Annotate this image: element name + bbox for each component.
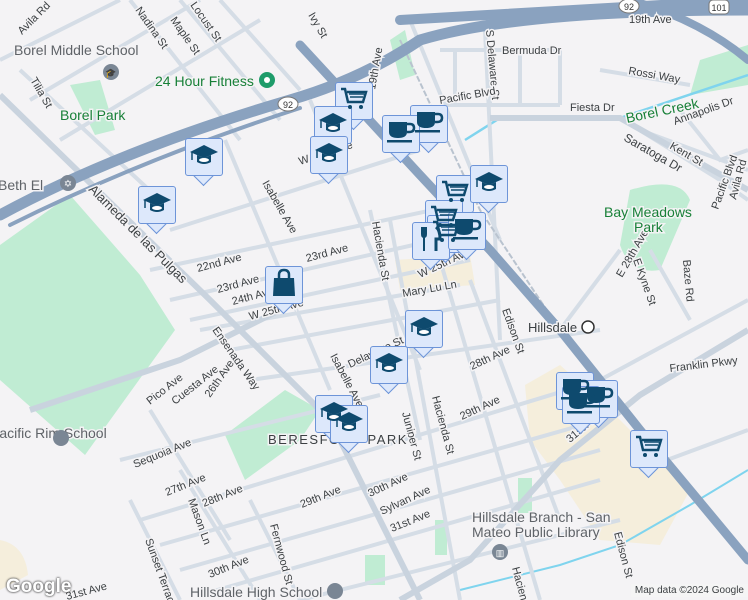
coffee-icon [566,390,596,421]
marker-box [370,346,408,384]
poi-library[interactable]: Hillsdale Branch - SanMateo Public Libra… [471,508,612,560]
marker-box [630,430,668,468]
grocery-marker[interactable] [630,430,668,479]
svg-text:Borel Middle School: Borel Middle School [14,42,139,58]
school-marker[interactable] [330,405,368,454]
svg-text:Rossi Way: Rossi Way [627,65,681,86]
highway-92-shield: 92 [618,0,640,14]
svg-text:Hillsdale: Hillsdale [528,320,577,335]
highway-92-shield: 92 [277,96,299,112]
school-icon [374,351,404,380]
svg-text:24 Hour Fitness: 24 Hour Fitness [155,73,254,89]
poi-beth-el[interactable]: Beth El ✡ [0,175,76,195]
school-marker[interactable] [138,186,176,235]
train-icon [581,320,595,334]
coffee-marker[interactable] [382,115,420,164]
coffee-icon [386,119,416,150]
svg-text:19th Ave: 19th Ave [629,14,672,26]
restaurant-icon [419,225,443,258]
school-icon [314,141,344,170]
school-icon: 🎓 [105,68,116,78]
poi-hillsdale-high-school[interactable]: Hillsdale High School [189,583,343,600]
school-marker[interactable] [370,346,408,395]
school-icon [189,143,219,172]
svg-text:Bermuda Dr: Bermuda Dr [502,45,562,57]
map-canvas[interactable]: 92 92 101 Avila Rd Nadina St Maple St Lo… [0,0,748,600]
borel-park-label: Borel Park [60,107,126,123]
coffee-marker[interactable] [448,212,486,261]
coffee-marker[interactable] [562,386,600,435]
school-marker[interactable] [310,136,348,185]
school-marker[interactable] [185,138,223,187]
shopping-marker[interactable] [265,266,303,315]
svg-text:Avila Rd: Avila Rd [16,0,53,37]
school-icon [474,170,504,199]
svg-text:Baze Rd: Baze Rd [680,259,696,302]
svg-text:Beth El: Beth El [0,177,43,193]
school-icon [142,191,172,220]
svg-text:92: 92 [283,100,293,110]
marker-box [330,405,368,443]
google-logo: Google [6,576,72,597]
svg-text:Fiesta Dr: Fiesta Dr [570,102,615,114]
bay-meadows-park-label: Bay Meadows [604,204,692,220]
marker-box [138,186,176,224]
bay-meadows-park-label: Park [634,219,664,235]
school-marker[interactable] [405,310,443,359]
marker-box [265,266,303,304]
map-attribution[interactable]: Map data ©2024 Google [630,584,748,597]
svg-text:Hillsdale High School: Hillsdale High School [190,584,322,600]
svg-text:Ivy St: Ivy St [305,11,329,41]
svg-text:28th Ave: 28th Ave [201,483,245,510]
svg-text:Hillsdale Branch - San: Hillsdale Branch - San [472,509,611,525]
svg-text:Isabelle Ave: Isabelle Ave [259,179,299,236]
svg-text:Mateo Public Library: Mateo Public Library [472,524,600,540]
grocery-icon [635,434,663,465]
marker-box [310,136,348,174]
book-icon: ▥ [496,548,505,558]
marker-box [405,310,443,348]
marker-box [562,386,600,424]
marker-box [185,138,223,176]
svg-text:Tilia St: Tilia St [27,76,54,111]
school-icon [334,410,364,439]
school-icon [409,315,439,344]
school-marker[interactable] [470,165,508,214]
svg-text:29th Ave: 29th Ave [299,484,343,511]
poi-24-hour-fitness[interactable]: 24 Hour Fitness [154,72,275,91]
marker-box [382,115,420,153]
fitness-icon [264,77,270,83]
marker-box [470,165,508,203]
star-of-david-icon: ✡ [64,179,72,190]
svg-text:101: 101 [711,3,726,13]
svg-text:92: 92 [624,2,634,12]
shopping-icon [271,268,297,303]
